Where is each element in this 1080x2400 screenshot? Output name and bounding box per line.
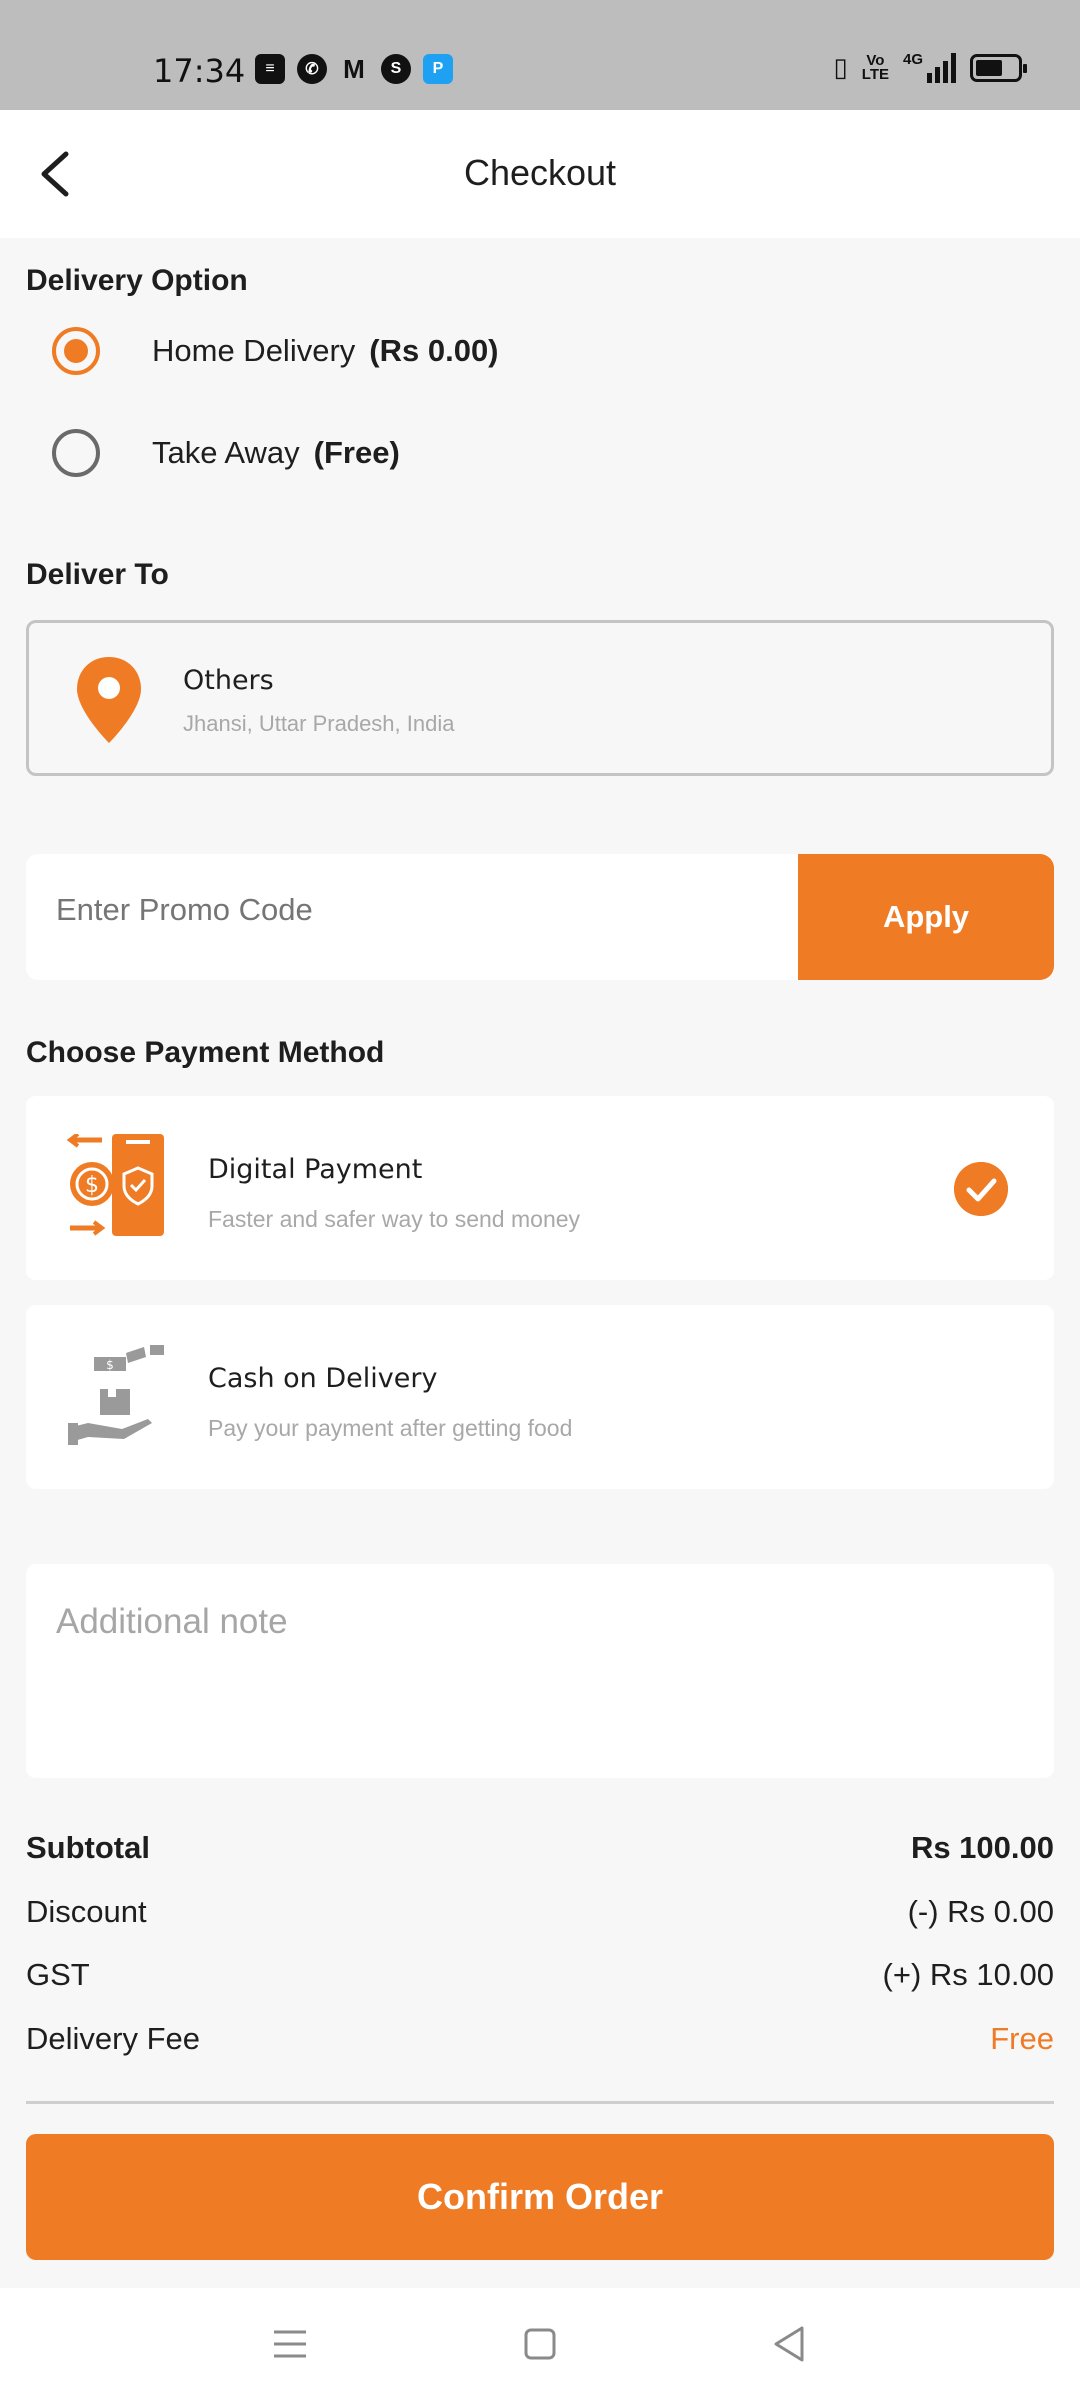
address-line: Jhansi, Uttar Pradesh, India [183,711,455,736]
gst-value: (+) Rs 10.00 [882,1957,1054,1992]
signal-icon: 4G [903,52,956,83]
home-delivery-radio[interactable] [52,327,100,375]
delivery-option-heading: Delivery Option [26,264,248,297]
location-pin-icon [77,657,141,743]
discount-value: (-) Rs 0.00 [907,1894,1054,1929]
gst-row: GST (+) Rs 10.00 [26,1957,1054,1993]
summary-divider [26,2101,1054,2104]
take-away-label: Take Away [152,435,300,470]
discount-label: Discount [26,1894,147,1929]
cash-on-delivery-title: Cash on Delivery [208,1363,438,1394]
additional-note-placeholder: Additional note [56,1602,288,1641]
system-icons: ▯ Vo LTE 4G [833,51,1027,83]
cash-on-delivery-option[interactable]: $ Cash on Delivery Pay your payment afte… [26,1305,1054,1489]
battery-icon [970,53,1027,82]
app-header: Checkout [0,110,1080,238]
digital-payment-subtitle: Faster and safer way to send money [208,1206,581,1232]
p-app-icon: P [423,54,453,84]
digital-payment-title: Digital Payment [208,1154,423,1185]
take-away-price: (Free) [313,435,400,470]
whatsapp-icon: ✆ [297,54,327,84]
discount-row: Discount (-) Rs 0.00 [26,1894,1054,1930]
svg-text:$: $ [85,1173,99,1198]
gmail-icon: M [343,53,365,84]
status-time: 17:34 [153,52,246,90]
take-away-option[interactable]: Take Away (Free) [52,429,400,477]
system-nav-bar [0,2288,1080,2400]
cash-on-delivery-subtitle: Pay your payment after getting food [208,1415,573,1441]
digital-payment-option[interactable]: $ Digital Payment Faster and safer way t… [26,1096,1054,1280]
notification-icons: ≡ ✆ M S P [255,54,453,84]
status-bar: 17:34 ≡ ✆ M S P ▯ Vo LTE 4G [0,0,1080,110]
page-title: Checkout [463,152,617,193]
delivery-fee-row: Delivery Fee Free [26,2021,1054,2057]
promo-code-input[interactable] [56,892,776,928]
subtotal-row: Subtotal Rs 100.00 [26,1830,1054,1866]
apply-button[interactable]: Apply [798,854,1054,980]
home-delivery-price: (Rs 0.00) [369,333,499,368]
subtotal-value: Rs 100.00 [910,1830,1054,1865]
promo-code-box: Apply [26,854,1054,980]
selected-check-icon [954,1162,1008,1216]
gst-label: GST [26,1957,90,1992]
home-nav-icon[interactable] [514,2318,566,2370]
vibrate-icon: ▯ [833,52,848,82]
subtotal-label: Subtotal [26,1830,150,1865]
payment-method-heading: Choose Payment Method [26,1036,385,1069]
additional-note-field[interactable]: Additional note [26,1564,1054,1778]
home-delivery-option[interactable]: Home Delivery (Rs 0.00) [52,327,499,375]
address-name: Others [183,665,274,696]
volte-icon: Vo LTE [861,51,889,83]
take-away-radio[interactable] [52,429,100,477]
confirm-order-button[interactable]: Confirm Order [26,2134,1054,2260]
address-card[interactable]: Others Jhansi, Uttar Pradesh, India [26,620,1054,776]
menu-nav-icon[interactable] [264,2318,316,2370]
deliver-to-heading: Deliver To [26,558,169,591]
skype-icon: S [381,54,411,84]
delivery-fee-value: Free [990,2021,1054,2056]
delivery-fee-label: Delivery Fee [26,2021,200,2056]
home-delivery-label: Home Delivery [152,333,356,368]
message-icon: ≡ [255,54,285,84]
back-nav-icon[interactable] [764,2318,816,2370]
cash-on-delivery-icon: $ [68,1345,164,1445]
svg-text:$: $ [106,1358,114,1372]
digital-payment-icon: $ [66,1134,164,1236]
